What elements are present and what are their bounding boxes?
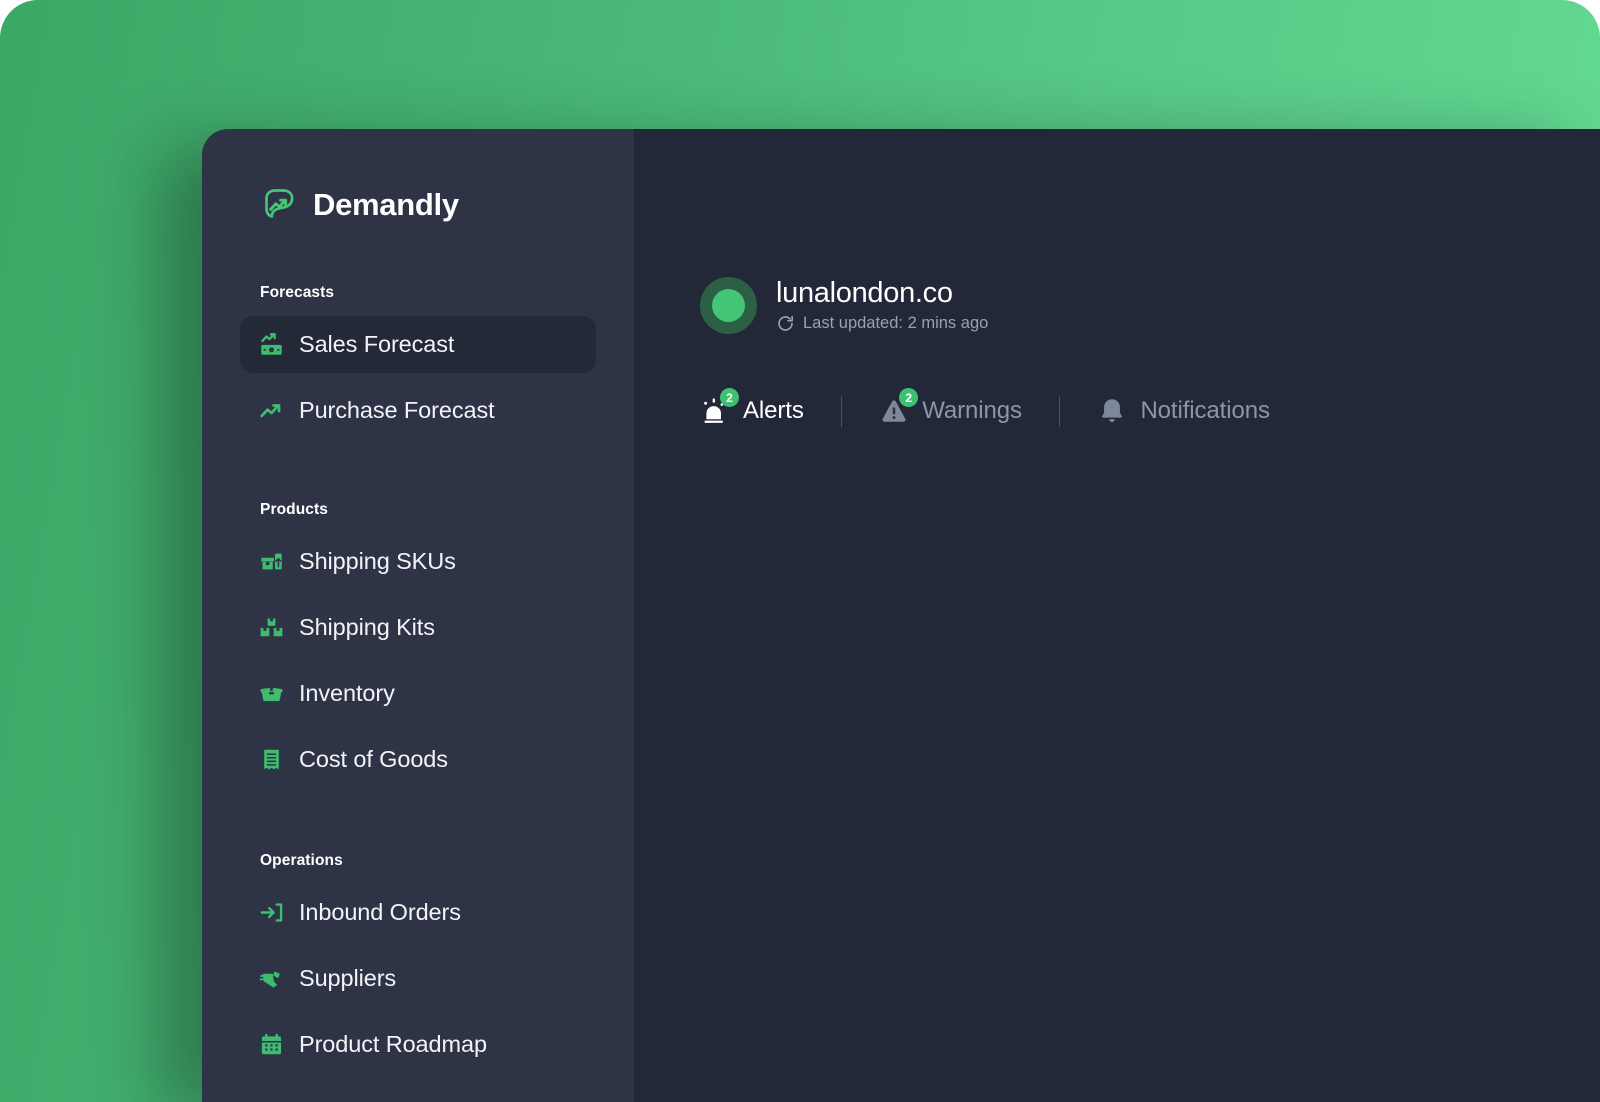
nav-group-operations: Inbound Orders Suppliers Product Roadmap	[202, 884, 634, 1073]
sidebar-item-label: Inventory	[299, 680, 395, 706]
sidebar-item-label: Suppliers	[299, 965, 397, 991]
sidebar-item-shipping-skus[interactable]: Shipping SKUs	[240, 533, 596, 590]
sidebar-item-sales-forecast[interactable]: Sales Forecast	[240, 316, 596, 373]
sidebar-item-purchase-forecast[interactable]: Purchase Forecast	[240, 382, 596, 439]
warnings-badge: 2	[899, 388, 919, 407]
sidebar-item-inbound-orders[interactable]: Inbound Orders	[240, 884, 596, 941]
siren-icon: 2	[700, 388, 739, 427]
tab-warnings[interactable]: 2 Warnings	[879, 388, 1022, 427]
tab-label: Notifications	[1140, 397, 1270, 424]
sidebar-item-suppliers[interactable]: Suppliers	[240, 950, 596, 1007]
app-window: Demandly Forecasts Sales Forecast Purcha…	[202, 129, 1600, 1102]
alerts-tabs: 2 Alerts 2 Warnings Notifications	[700, 388, 1600, 427]
section-label-operations: Operations	[260, 852, 343, 869]
sidebar-item-label: Inbound Orders	[299, 899, 461, 925]
alerts-badge: 2	[720, 388, 739, 407]
money-trending-up-icon	[259, 332, 284, 357]
delivery-truck-icon	[259, 966, 284, 991]
account-domain: lunalondon.co	[776, 277, 953, 310]
section-label-products: Products	[260, 501, 328, 518]
tab-divider	[1058, 395, 1061, 427]
sidebar-item-label: Product Roadmap	[299, 1031, 487, 1057]
brand-name: Demandly	[313, 186, 459, 222]
box-arrow-up-icon	[259, 549, 284, 574]
demandly-logo-icon	[259, 184, 299, 224]
sidebar-item-inventory[interactable]: Inventory	[240, 665, 596, 722]
sidebar-item-product-roadmap[interactable]: Product Roadmap	[240, 1016, 596, 1073]
brand-logo[interactable]: Demandly	[202, 177, 634, 231]
sidebar-item-shipping-kits[interactable]: Shipping Kits	[240, 599, 596, 656]
account-header: lunalondon.co Last updated: 2 mins ago	[700, 277, 1600, 334]
account-status-avatar	[700, 277, 757, 334]
tab-divider	[840, 395, 843, 427]
receipt-icon	[259, 747, 284, 772]
tab-alerts[interactable]: 2 Alerts	[700, 388, 804, 427]
sidebar-item-label: Cost of Goods	[299, 746, 448, 772]
nav-group-products: Shipping SKUs Shipping Kits Inventory Co…	[202, 533, 634, 788]
arrow-into-bracket-icon	[259, 900, 284, 925]
sidebar-item-cost-of-goods[interactable]: Cost of Goods	[240, 731, 596, 788]
calendar-icon	[259, 1032, 284, 1057]
trending-up-icon	[259, 398, 284, 423]
account-text: lunalondon.co Last updated: 2 mins ago	[776, 278, 988, 332]
tab-label: Alerts	[743, 397, 804, 424]
tab-notifications[interactable]: Notifications	[1097, 395, 1270, 427]
last-updated-text: Last updated: 2 mins ago	[803, 313, 989, 332]
last-updated-row: Last updated: 2 mins ago	[776, 314, 988, 333]
main-content: lunalondon.co Last updated: 2 mins ago 2…	[634, 129, 1600, 1102]
sidebar-item-label: Purchase Forecast	[299, 397, 495, 423]
sidebar: Demandly Forecasts Sales Forecast Purcha…	[202, 129, 634, 1102]
tab-label: Warnings	[922, 397, 1022, 424]
section-label-forecasts: Forecasts	[260, 284, 335, 301]
nav-group-forecasts: Sales Forecast Purchase Forecast	[202, 316, 634, 439]
sidebar-item-label: Shipping Kits	[299, 614, 435, 640]
refresh-icon[interactable]	[776, 314, 795, 333]
open-box-icon	[259, 681, 284, 706]
bell-icon	[1097, 395, 1127, 427]
stacked-boxes-icon	[259, 615, 284, 640]
warning-triangle-icon: 2	[879, 388, 919, 427]
sidebar-item-label: Shipping SKUs	[299, 548, 456, 574]
sidebar-item-label: Sales Forecast	[299, 331, 455, 357]
status-dot	[712, 289, 745, 322]
